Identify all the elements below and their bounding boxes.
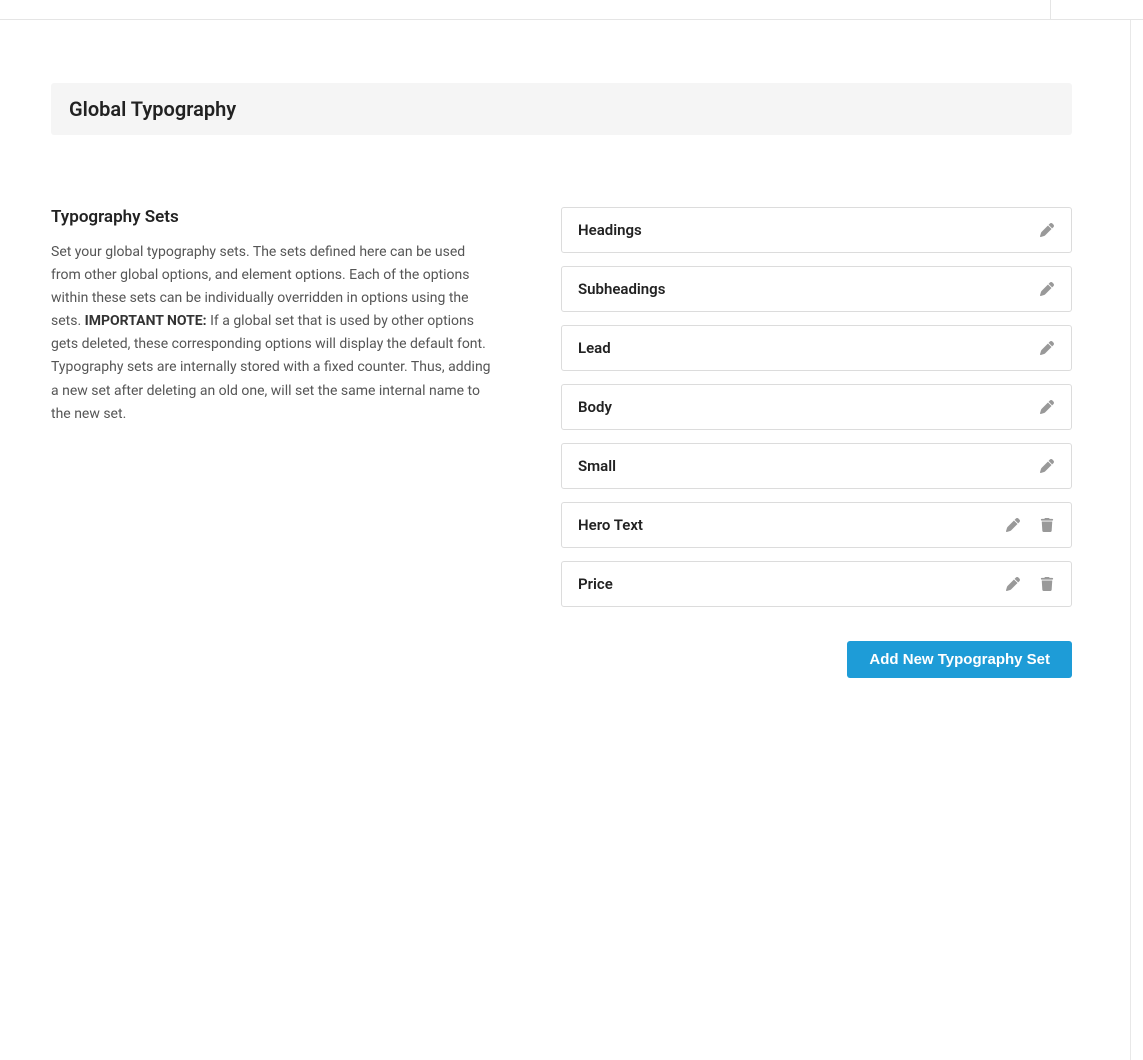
edit-icon[interactable]: [1039, 222, 1055, 238]
edit-icon[interactable]: [1039, 340, 1055, 356]
typography-item[interactable]: Small: [561, 443, 1072, 489]
section-heading: Typography Sets: [51, 207, 491, 227]
typography-item[interactable]: Subheadings: [561, 266, 1072, 312]
typography-item-actions: [1039, 458, 1055, 474]
edit-icon[interactable]: [1005, 576, 1021, 592]
typography-item-actions: [1039, 222, 1055, 238]
typography-item-actions: [1039, 399, 1055, 415]
edit-icon[interactable]: [1039, 458, 1055, 474]
page-header: Global Typography: [51, 83, 1072, 135]
top-bar: [0, 0, 1143, 20]
trash-icon[interactable]: [1039, 576, 1055, 592]
typography-item[interactable]: Headings: [561, 207, 1072, 253]
top-bar-divider: [1050, 0, 1051, 19]
typography-item-actions: [1005, 517, 1055, 533]
typography-item-actions: [1039, 281, 1055, 297]
right-edge-divider: [1130, 20, 1131, 1060]
typography-item-label: Lead: [578, 339, 611, 357]
trash-icon[interactable]: [1039, 517, 1055, 533]
typography-item-label: Body: [578, 398, 612, 416]
typography-item[interactable]: Price: [561, 561, 1072, 607]
edit-icon[interactable]: [1039, 281, 1055, 297]
typography-item-label: Price: [578, 575, 613, 593]
desc-part2: If a global set that is used by other op…: [51, 313, 491, 421]
typography-list: Headings Subheadings Lead Body: [561, 207, 1072, 607]
add-typography-set-button[interactable]: Add New Typography Set: [847, 641, 1072, 678]
typography-item[interactable]: Lead: [561, 325, 1072, 371]
typography-item-actions: [1005, 576, 1055, 592]
typography-item-label: Subheadings: [578, 280, 665, 298]
typography-item-label: Hero Text: [578, 516, 643, 534]
typography-item-label: Headings: [578, 221, 642, 239]
typography-item[interactable]: Body: [561, 384, 1072, 430]
typography-item[interactable]: Hero Text: [561, 502, 1072, 548]
section-description: Set your global typography sets. The set…: [51, 241, 491, 426]
page-title: Global Typography: [69, 97, 1054, 121]
desc-bold: IMPORTANT NOTE:: [85, 313, 207, 329]
typography-item-actions: [1039, 340, 1055, 356]
edit-icon[interactable]: [1005, 517, 1021, 533]
edit-icon[interactable]: [1039, 399, 1055, 415]
typography-item-label: Small: [578, 457, 616, 475]
